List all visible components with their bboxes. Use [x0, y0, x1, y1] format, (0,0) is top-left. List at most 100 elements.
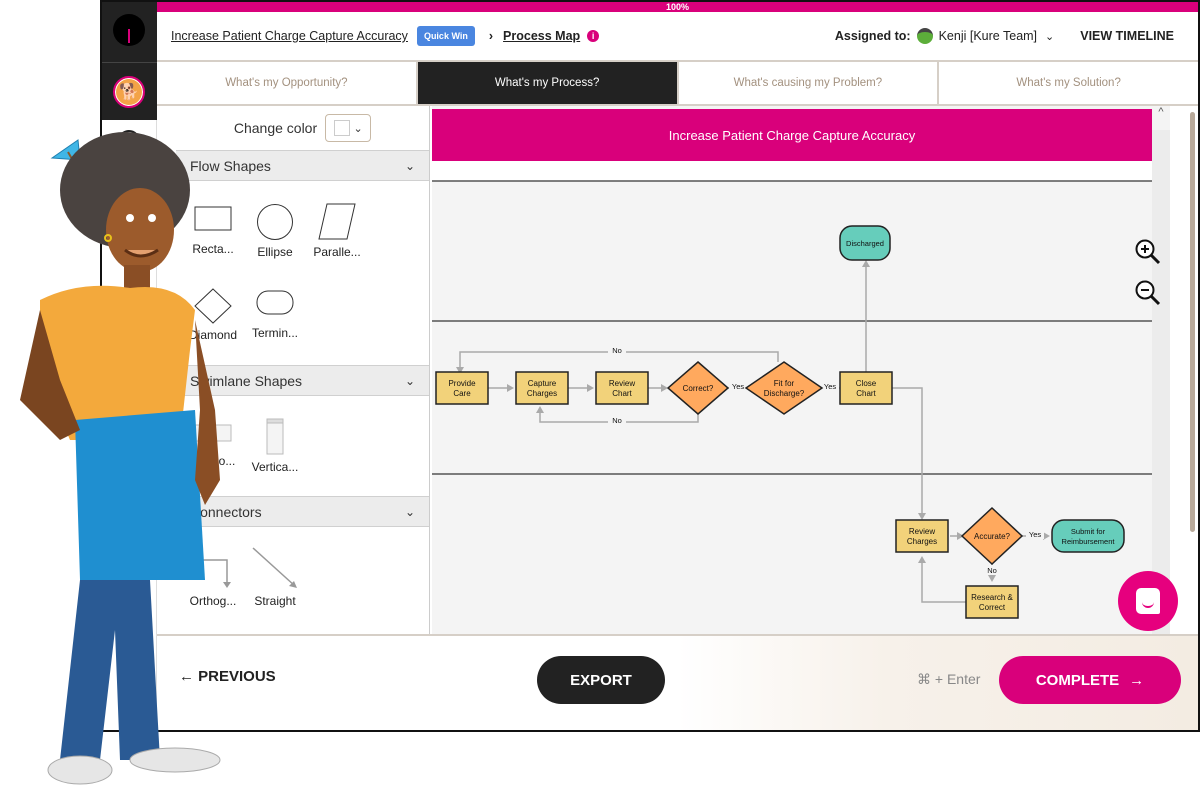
zoom-out-icon[interactable]: [1134, 279, 1162, 307]
edge-label-yes: Yes: [1029, 530, 1041, 539]
breadcrumb-project[interactable]: Increase Patient Charge Capture Accuracy: [171, 29, 408, 43]
connector-straight[interactable]: Straight: [244, 535, 306, 619]
node-capture-charges[interactable]: [515, 371, 569, 405]
chevron-down-icon: ⌄: [404, 373, 415, 388]
rail-lower-panel: [102, 120, 157, 730]
arrowhead: [918, 513, 926, 520]
arrowhead: [587, 384, 594, 392]
connectors-list: Orthog... Straight: [176, 527, 429, 627]
edge-research-to-review-charges: [921, 560, 966, 603]
node-review-chart[interactable]: [595, 371, 649, 405]
shape-parallelogram[interactable]: Paralle...: [306, 189, 368, 273]
add-icon[interactable]: +: [118, 130, 140, 152]
app-logo-icon[interactable]: [113, 14, 145, 46]
tab-opportunity[interactable]: What's my Opportunity?: [157, 62, 418, 104]
section-title: Flow Shapes: [190, 157, 271, 174]
shape-diamond[interactable]: Diamond: [182, 273, 244, 357]
tab-problem[interactable]: What's causing my Problem?: [679, 62, 940, 104]
node-submit-for-reimbursement[interactable]: [1051, 519, 1125, 553]
shape-terminator[interactable]: Termin...: [244, 273, 306, 357]
breadcrumb-chevron-icon: ›: [488, 29, 494, 43]
node-fit-for-discharge[interactable]: [744, 361, 824, 415]
tab-solution[interactable]: What's my Solution?: [939, 62, 1198, 104]
shape-vertical-lane[interactable]: Vertica...: [244, 404, 306, 488]
shape-label: Diamond: [188, 328, 238, 342]
diagram-canvas[interactable]: Increase Patient Charge Capture Accuracy…: [432, 106, 1152, 634]
tab-process[interactable]: What's my Process?: [417, 62, 679, 104]
shape-label: Ellipse: [257, 245, 293, 259]
node-provide-care[interactable]: [435, 371, 489, 405]
previous-label: PREVIOUS: [198, 668, 276, 685]
flow-shapes-list: Recta... Ellipse Paralle... Diamond Term…: [176, 181, 429, 365]
page-scrollbar-thumb[interactable]: [1190, 112, 1195, 532]
shape-label: Vertica...: [251, 460, 299, 474]
header-bar: Increase Patient Charge Capture Accuracy…: [157, 12, 1198, 62]
view-timeline-link[interactable]: VIEW TIMELINE: [1080, 29, 1174, 43]
section-flow-shapes[interactable]: Flow Shapes ⌄: [176, 150, 429, 181]
node-review-charges[interactable]: [895, 519, 949, 553]
chevron-down-icon: ⌄: [404, 504, 415, 519]
color-swatch: [333, 120, 350, 136]
progress-label: 100%: [665, 2, 690, 12]
umbrella-icon: [50, 139, 81, 167]
info-icon[interactable]: i: [587, 30, 600, 42]
change-color-row: Change color ⌄: [176, 106, 429, 150]
edge-label-no: No: [612, 346, 622, 355]
horizontal-lane-icon: [194, 424, 232, 442]
export-button[interactable]: EXPORT: [537, 656, 665, 704]
rectangle-icon: [194, 206, 232, 231]
shape-palette: Change color ⌄ Flow Shapes ⌄ Recta... El…: [176, 106, 430, 634]
process-map-svg[interactable]: Increase Patient Charge Capture Accuracy…: [432, 106, 1152, 634]
color-picker-button[interactable]: ⌄: [325, 114, 372, 142]
previous-button[interactable]: ← PREVIOUS: [179, 668, 276, 685]
edge-label-yes: Yes: [824, 382, 836, 391]
node-research-correct[interactable]: [965, 585, 1019, 619]
app-window: 100% 🐕 + Increase Patient Charge Capture…: [100, 0, 1200, 732]
chat-launcher-button[interactable]: [1118, 571, 1178, 631]
node-close-chart-label: Close Chart: [856, 379, 877, 398]
canvas-scrollbar[interactable]: ^: [1152, 106, 1170, 634]
breadcrumb-page[interactable]: Process Map: [503, 29, 580, 43]
parallelogram-icon: [318, 203, 356, 240]
shape-label: Paralle...: [313, 245, 361, 259]
connector-orthogonal[interactable]: Orthog...: [182, 535, 244, 619]
diamond-icon: [194, 288, 232, 324]
zoom-in-icon[interactable]: [1134, 238, 1162, 266]
assignee-name[interactable]: Kenji [Kure Team]: [939, 29, 1037, 43]
arrowhead: [536, 406, 544, 413]
assigned-label: Assigned to:: [834, 29, 911, 43]
arrowhead: [862, 260, 870, 267]
shape-horizontal-lane[interactable]: Horizo...: [182, 404, 244, 488]
arrowhead: [507, 384, 514, 392]
diagram-title: Increase Patient Charge Capture Accuracy: [669, 128, 916, 143]
vertical-lane-icon: [266, 418, 284, 455]
arrowhead: [1043, 532, 1050, 540]
step-tabs: What's my Opportunity? What's my Process…: [157, 62, 1198, 106]
header-right: Assigned to: Kenji [Kure Team] ⌄ VIEW TI…: [835, 28, 1198, 44]
section-swimlane-shapes[interactable]: Swimlane Shapes ⌄: [176, 365, 429, 396]
chevron-down-icon[interactable]: ⌄: [1045, 30, 1054, 43]
user-avatar[interactable]: 🐕: [113, 76, 145, 108]
node-accurate-label: Accurate?: [974, 532, 1011, 541]
shape-label: Recta...: [192, 242, 234, 256]
section-title: Connectors: [190, 503, 262, 520]
swimlane-shapes-list: Horizo... Vertica...: [176, 396, 429, 496]
arrowhead: [918, 556, 926, 563]
edge-label-yes: Yes: [732, 382, 744, 391]
progress-bar: 100%: [157, 2, 1198, 12]
shape-rectangle[interactable]: Recta...: [182, 189, 244, 273]
complete-button[interactable]: COMPLETE →: [999, 656, 1181, 704]
shape-label: Orthog...: [189, 594, 237, 608]
section-connectors[interactable]: Connectors ⌄: [176, 496, 429, 527]
arrowhead: [988, 575, 996, 582]
chevron-down-icon: ⌄: [404, 158, 415, 173]
node-discharged-label: Discharged: [846, 239, 884, 248]
scroll-up-icon[interactable]: ^: [1152, 106, 1170, 130]
shape-ellipse[interactable]: Ellipse: [244, 189, 306, 273]
edge-close-to-review-charges: [892, 387, 923, 514]
edge-label-no: No: [612, 416, 622, 425]
node-review-charges-label: Review Charges: [907, 527, 937, 546]
change-color-label: Change color: [233, 120, 318, 136]
shape-label: Straight: [254, 594, 296, 608]
node-close-chart[interactable]: [839, 371, 893, 405]
